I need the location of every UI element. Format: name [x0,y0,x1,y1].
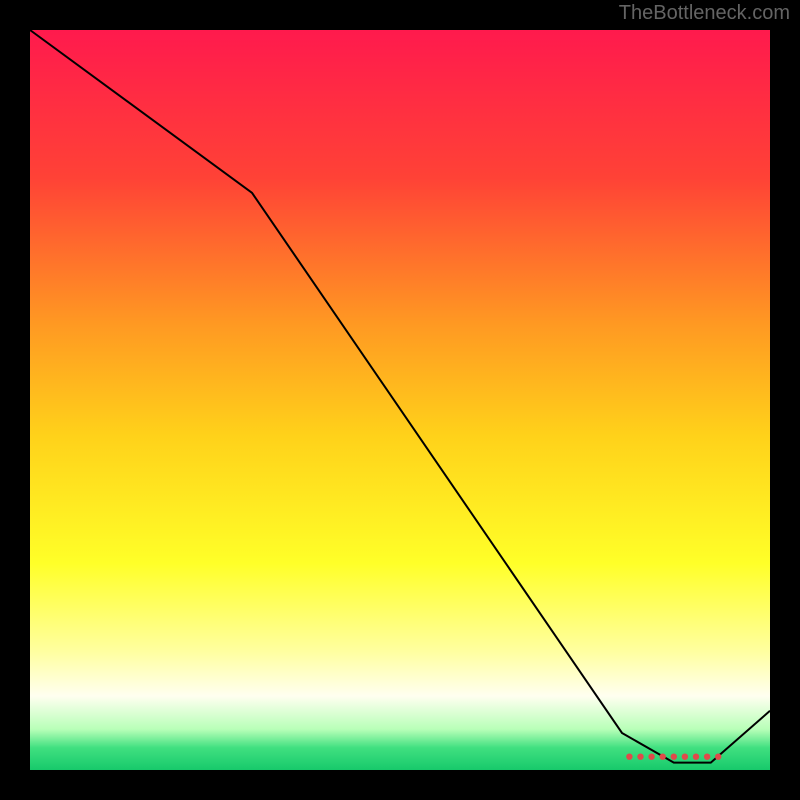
marker-dot [637,753,643,759]
marker-dot [671,753,677,759]
marker-dot [682,753,688,759]
plot-area [30,30,770,770]
marker-dot [704,753,710,759]
marker-dot [715,753,721,759]
chart-frame: TheBottleneck.com [0,0,800,800]
bottleneck-chart [0,0,800,800]
marker-dot [648,753,654,759]
recommendation-markers [626,753,721,759]
marker-dot [693,753,699,759]
marker-dot [660,753,666,759]
marker-dot [626,753,632,759]
watermark-text: TheBottleneck.com [619,2,790,25]
